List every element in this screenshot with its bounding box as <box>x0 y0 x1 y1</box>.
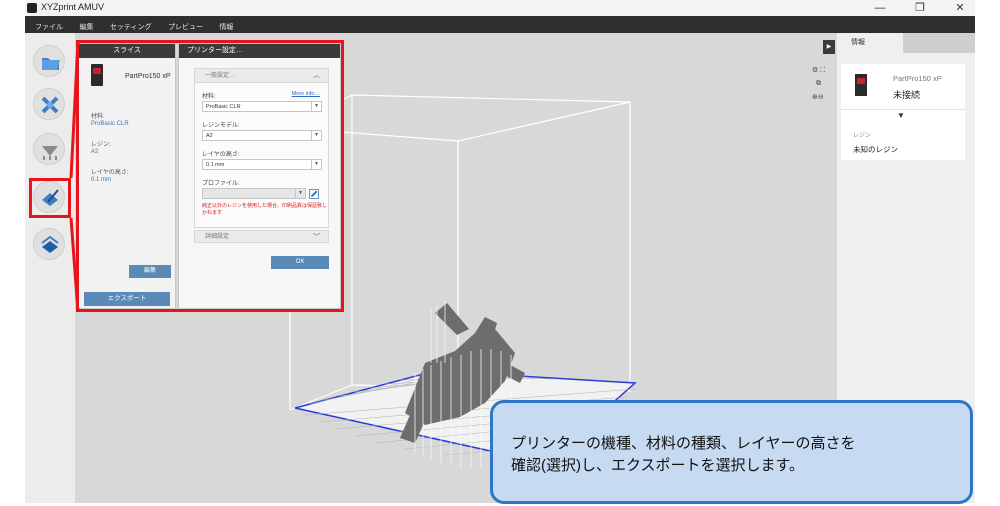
callout-line-2: 確認(選択)し、エクスポートを選択します。 <box>511 457 805 474</box>
callout-text: プリンターの機種、材料の種類、レイヤーの高さを 確認(選択)し、エクスポートを選… <box>511 433 951 477</box>
app-logo-icon <box>27 3 37 13</box>
tab-info[interactable]: 情報 <box>837 33 903 53</box>
highlight-connector-lines <box>69 41 80 313</box>
callout-line-1: プリンターの機種、材料の種類、レイヤーの高さを <box>511 435 856 452</box>
printer-icon <box>855 74 867 96</box>
view-cube-icon[interactable]: ⧉ <box>812 80 834 88</box>
menu-bar: ファイル 編集 セッティング プレビュー 情報 <box>25 16 975 33</box>
info-tabbar: 情報 <box>837 33 975 53</box>
close-button[interactable]: ✕ <box>945 0 975 16</box>
panel-toggle-button[interactable]: ▶ <box>823 40 835 54</box>
resin-card-label: レジン <box>853 133 872 139</box>
zoom-icons[interactable]: ⊕⊖ <box>812 93 834 101</box>
card-divider <box>841 109 965 110</box>
resin-card: レジン 未知のレジン <box>841 126 965 160</box>
instruction-callout: プリンターの機種、材料の種類、レイヤーの高さを 確認(選択)し、エクスポートを選… <box>490 400 973 504</box>
title-bar: XYZprint AMUV — ❐ ✕ <box>25 0 975 16</box>
printer-model-name: PartPro150 xP <box>893 74 942 83</box>
view-controls: ⚙ ⛶ ⧉ ⊕⊖ <box>812 66 834 101</box>
view-reset-icon[interactable]: ⚙ ⛶ <box>812 66 834 75</box>
resin-card-value: 未知のレジン <box>853 145 898 154</box>
app-title: XYZprint AMUV <box>41 2 105 12</box>
restore-button[interactable]: ❐ <box>905 0 935 16</box>
expand-printer-icon[interactable]: ▼ <box>897 111 905 120</box>
minimize-button[interactable]: — <box>865 0 895 16</box>
highlight-settings-area <box>76 40 344 312</box>
connection-status: 未接続 <box>893 90 921 100</box>
